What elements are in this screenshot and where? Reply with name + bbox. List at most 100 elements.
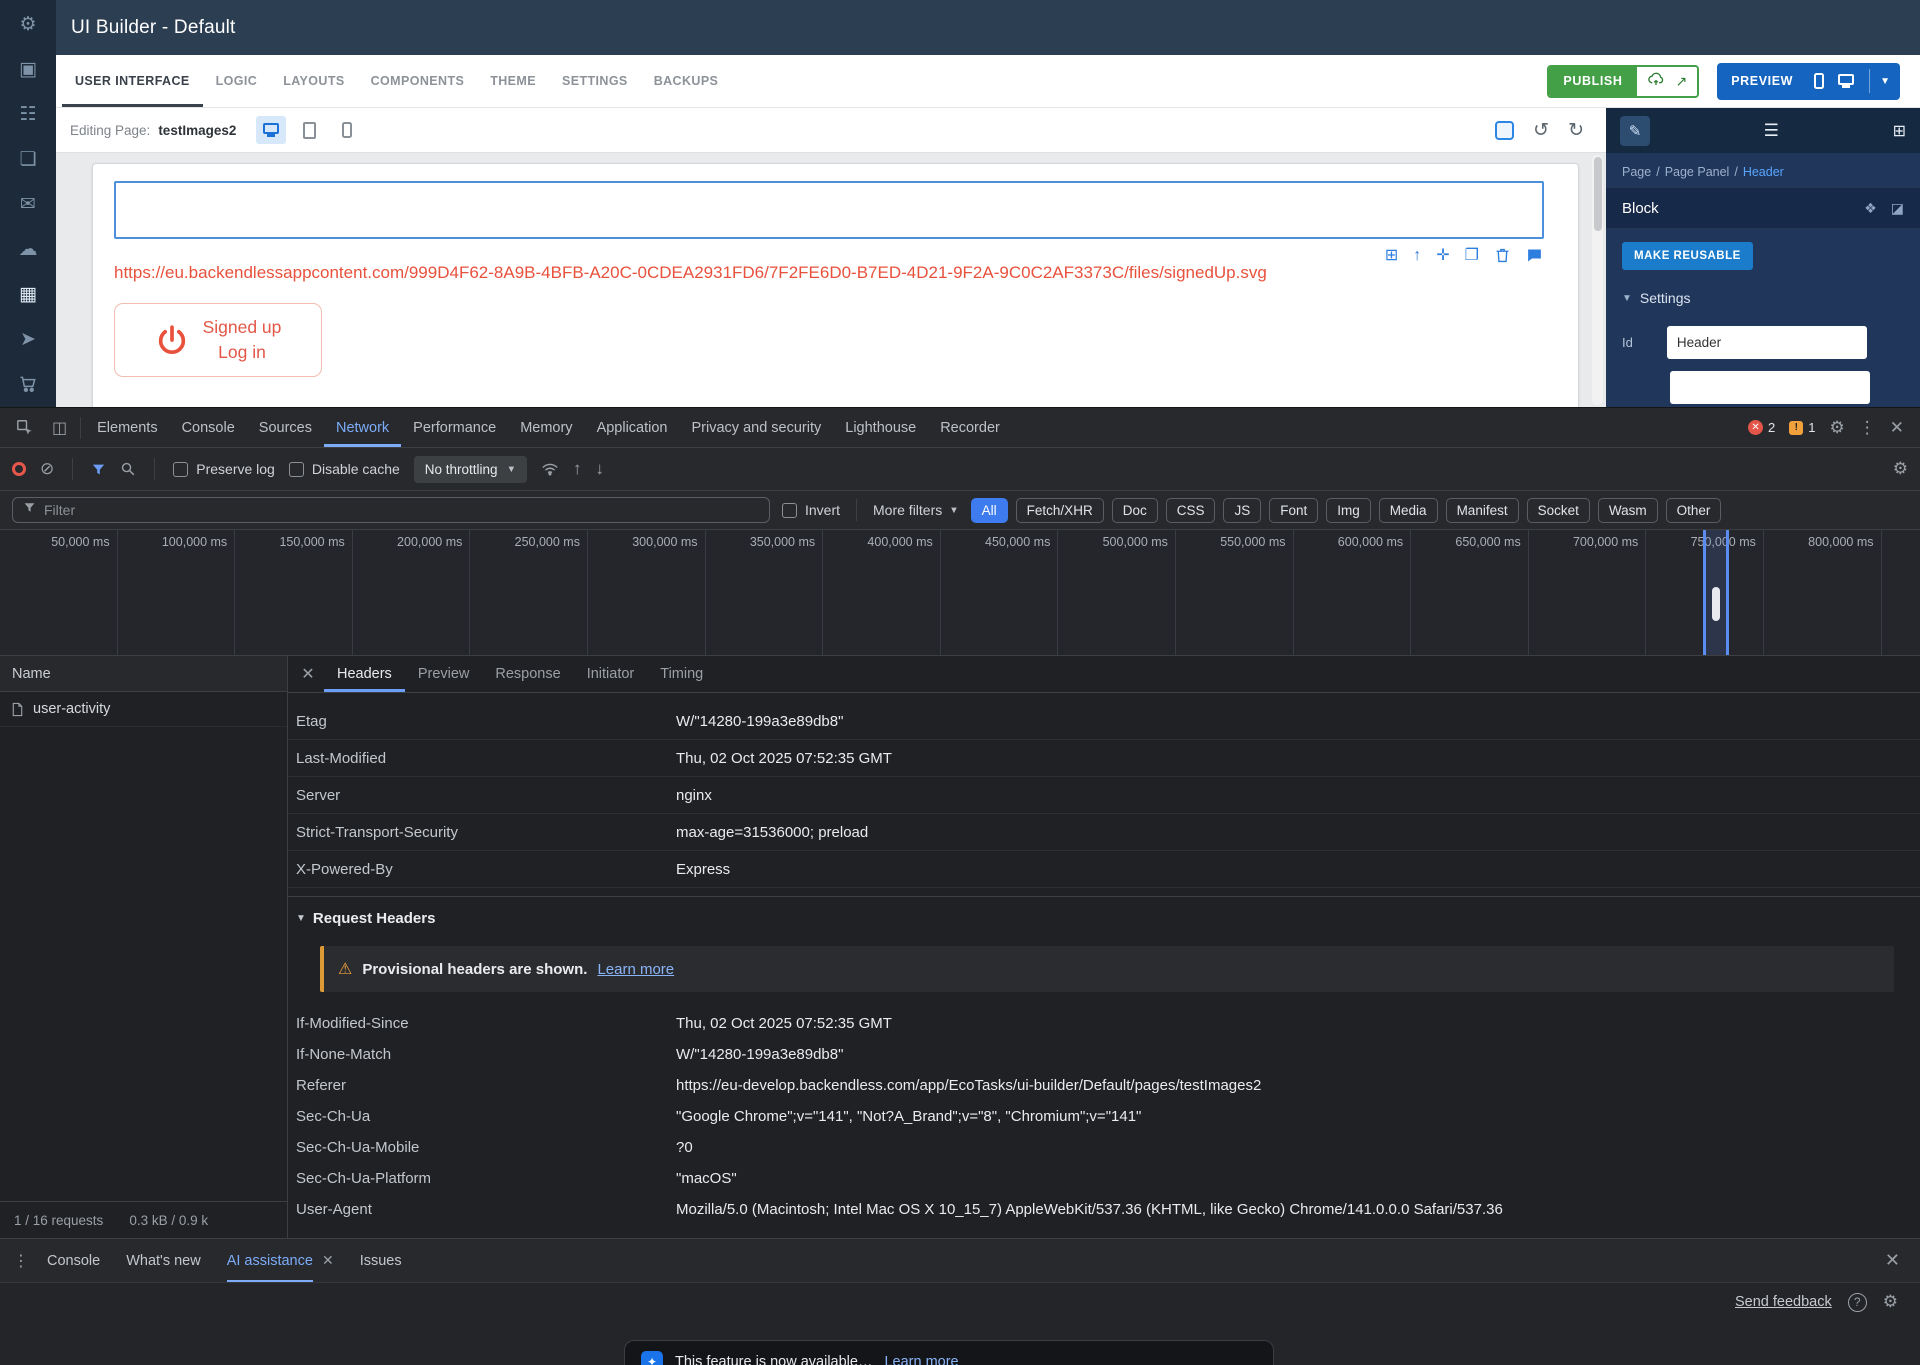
messaging-icon[interactable]: ✉ <box>16 192 40 216</box>
id-input[interactable]: Header <box>1666 326 1867 359</box>
tab-privacy-security[interactable]: Privacy and security <box>680 408 834 447</box>
preserve-log-checkbox[interactable]: Preserve log <box>173 461 275 477</box>
tab-components[interactable]: COMPONENTS <box>358 55 478 107</box>
device-toolbar-icon[interactable]: ◫ <box>43 408 76 447</box>
devtools-close-icon[interactable]: ✕ <box>1890 418 1904 438</box>
chip-manifest[interactable]: Manifest <box>1445 497 1519 523</box>
network-conditions-icon[interactable] <box>541 460 559 478</box>
settings-icon[interactable]: ⚙ <box>16 12 40 36</box>
chip-fetch-xhr[interactable]: Fetch/XHR <box>1015 497 1104 523</box>
clear-network-log-icon[interactable]: ⊘ <box>40 459 54 479</box>
record-network-log-button[interactable] <box>12 462 26 476</box>
request-row-user-activity[interactable]: user-activity <box>0 692 287 727</box>
selection-mode-button[interactable] <box>1495 120 1515 140</box>
export-har-icon[interactable]: ↓ <box>595 459 604 479</box>
settings-section-toggle[interactable]: ▼ Settings <box>1606 284 1920 312</box>
make-reusable-button[interactable]: MAKE REUSABLE <box>1622 242 1753 270</box>
tab-logic[interactable]: LOGIC <box>203 55 271 107</box>
tab-settings[interactable]: SETTINGS <box>549 55 641 107</box>
component-icon[interactable]: ❖ <box>1864 200 1877 217</box>
device-desktop-button[interactable] <box>256 116 287 144</box>
style-brush-icon[interactable]: ✎ <box>1620 115 1650 146</box>
details-tab-timing[interactable]: Timing <box>647 656 716 692</box>
drawer-tab-console[interactable]: Console <box>34 1239 113 1282</box>
publish-button[interactable]: PUBLISH <box>1549 66 1637 96</box>
tab-layouts[interactable]: LAYOUTS <box>270 55 357 107</box>
inspect-element-icon[interactable] <box>6 408 43 447</box>
details-tab-headers[interactable]: Headers <box>324 656 405 692</box>
cloud-icon[interactable]: ☁ <box>16 237 40 261</box>
chip-socket[interactable]: Socket <box>1526 497 1590 523</box>
close-details-icon[interactable]: ✕ <box>292 656 324 692</box>
filter-toggle-icon[interactable] <box>91 462 106 477</box>
kebab-menu-icon[interactable]: ⋮ <box>1859 418 1876 438</box>
timeline-selection-left-handle[interactable] <box>1703 530 1706 655</box>
tab-elements[interactable]: Elements <box>85 408 169 447</box>
request-headers-section-toggle[interactable]: ▼ Request Headers <box>288 896 1920 940</box>
chip-img[interactable]: Img <box>1326 497 1371 523</box>
chip-font[interactable]: Font <box>1269 497 1319 523</box>
search-icon[interactable] <box>120 461 136 477</box>
invert-checkbox[interactable]: Invert <box>782 502 840 518</box>
panel-grid-icon[interactable]: ⊞ <box>1893 121 1906 141</box>
device-tablet-button[interactable] <box>294 116 324 144</box>
media-icon[interactable]: ▣ <box>16 57 40 81</box>
page-canvas[interactable]: ⊞ ↑ ✛ ❐ https://eu.backendlessappcontent… <box>56 153 1606 407</box>
more-filters-button[interactable]: More filters ▼ <box>873 502 959 518</box>
error-badge[interactable]: ✕ 2 <box>1748 420 1775 435</box>
send-feedback-link[interactable]: Send feedback <box>1735 1294 1832 1310</box>
chip-css[interactable]: CSS <box>1165 497 1216 523</box>
tab-user-interface[interactable]: USER INTERFACE <box>62 55 203 107</box>
disable-cache-checkbox[interactable]: Disable cache <box>288 461 400 477</box>
chip-wasm[interactable]: Wasm <box>1597 497 1658 523</box>
timeline-scrubber-handle[interactable] <box>1712 587 1720 621</box>
cloud-upload-icon[interactable] <box>1647 70 1665 93</box>
requests-name-header[interactable]: Name <box>0 656 287 692</box>
tab-recorder[interactable]: Recorder <box>928 408 1012 447</box>
network-settings-icon[interactable]: ⚙ <box>1893 459 1908 479</box>
drawer-tab-issues[interactable]: Issues <box>347 1239 415 1282</box>
tab-application[interactable]: Application <box>585 408 680 447</box>
preview-button[interactable]: PREVIEW <box>1717 74 1807 88</box>
close-tab-icon[interactable]: ✕ <box>322 1252 334 1269</box>
breadcrumb-page[interactable]: Page <box>1622 165 1651 179</box>
comment-icon[interactable] <box>1526 247 1543 264</box>
tab-theme[interactable]: THEME <box>477 55 549 107</box>
signed-up-button-component[interactable]: Signed up Log in <box>114 303 322 377</box>
filter-input[interactable] <box>44 502 759 518</box>
files-icon[interactable]: ❏ <box>16 147 40 171</box>
tab-performance[interactable]: Performance <box>401 408 508 447</box>
next-property-input[interactable] <box>1670 371 1870 404</box>
redo-icon[interactable]: ↻ <box>1568 119 1584 142</box>
tab-network[interactable]: Network <box>324 408 401 447</box>
chip-doc[interactable]: Doc <box>1111 497 1158 523</box>
devtools-settings-icon[interactable]: ⚙ <box>1830 418 1845 438</box>
details-tab-preview[interactable]: Preview <box>405 656 483 692</box>
chip-other[interactable]: Other <box>1665 497 1722 523</box>
import-har-icon[interactable]: ↑ <box>573 459 582 479</box>
help-icon[interactable]: ? <box>1847 1292 1867 1312</box>
undo-icon[interactable]: ↺ <box>1533 119 1549 142</box>
details-tab-initiator[interactable]: Initiator <box>574 656 648 692</box>
tab-console[interactable]: Console <box>170 408 247 447</box>
timeline-selection-right-handle[interactable] <box>1726 530 1729 655</box>
throttling-select[interactable]: No throttling ▼ <box>413 455 527 483</box>
network-overview-timeline[interactable]: 50,000 ms 100,000 ms 150,000 ms 200,000 … <box>0 530 1920 656</box>
warning-badge[interactable]: ! 1 <box>1789 420 1816 435</box>
drawer-tab-whats-new[interactable]: What's new <box>113 1239 214 1282</box>
breadcrumb-page-panel[interactable]: Page Panel <box>1665 165 1730 179</box>
tab-memory[interactable]: Memory <box>508 408 584 447</box>
marketplace-icon[interactable] <box>16 372 40 396</box>
panel-menu-icon[interactable]: ☰ <box>1764 121 1779 141</box>
drawer-menu-icon[interactable]: ⋮ <box>8 1239 34 1282</box>
duplicate-icon[interactable]: ❐ <box>1465 247 1479 264</box>
delete-icon[interactable] <box>1494 247 1511 264</box>
database-icon[interactable]: ☷ <box>16 102 40 126</box>
details-tab-response[interactable]: Response <box>482 656 573 692</box>
learn-more-link[interactable]: Learn more <box>597 961 674 978</box>
move-up-icon[interactable]: ↑ <box>1413 247 1421 264</box>
launch-icon[interactable]: ➤ <box>16 327 40 351</box>
canvas-scrollbar[interactable] <box>1592 155 1603 405</box>
open-in-new-icon[interactable]: ↗ <box>1676 73 1688 90</box>
drawer-tab-ai-assistance[interactable]: AI assistance ✕ <box>214 1239 347 1282</box>
